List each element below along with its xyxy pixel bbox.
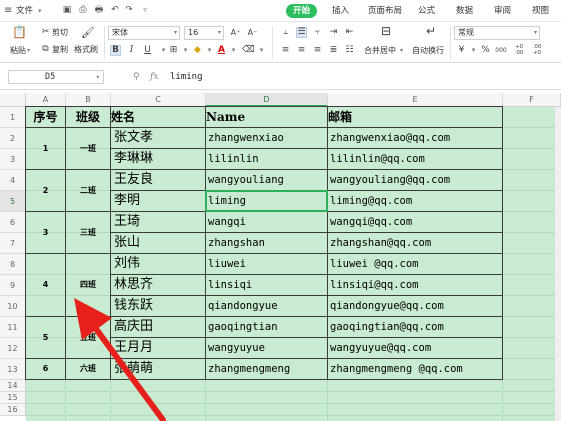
arrow-head [74,298,112,340]
spreadsheet-window: ≡ 文件 ▾ ▣ ⎙ 🖶 ↶ ↷ ▿ 开始 插入 页面布局 公式 数据 审阅 视… [0,0,561,421]
annotation-arrow [74,298,166,421]
arrow-shaft [85,315,166,421]
